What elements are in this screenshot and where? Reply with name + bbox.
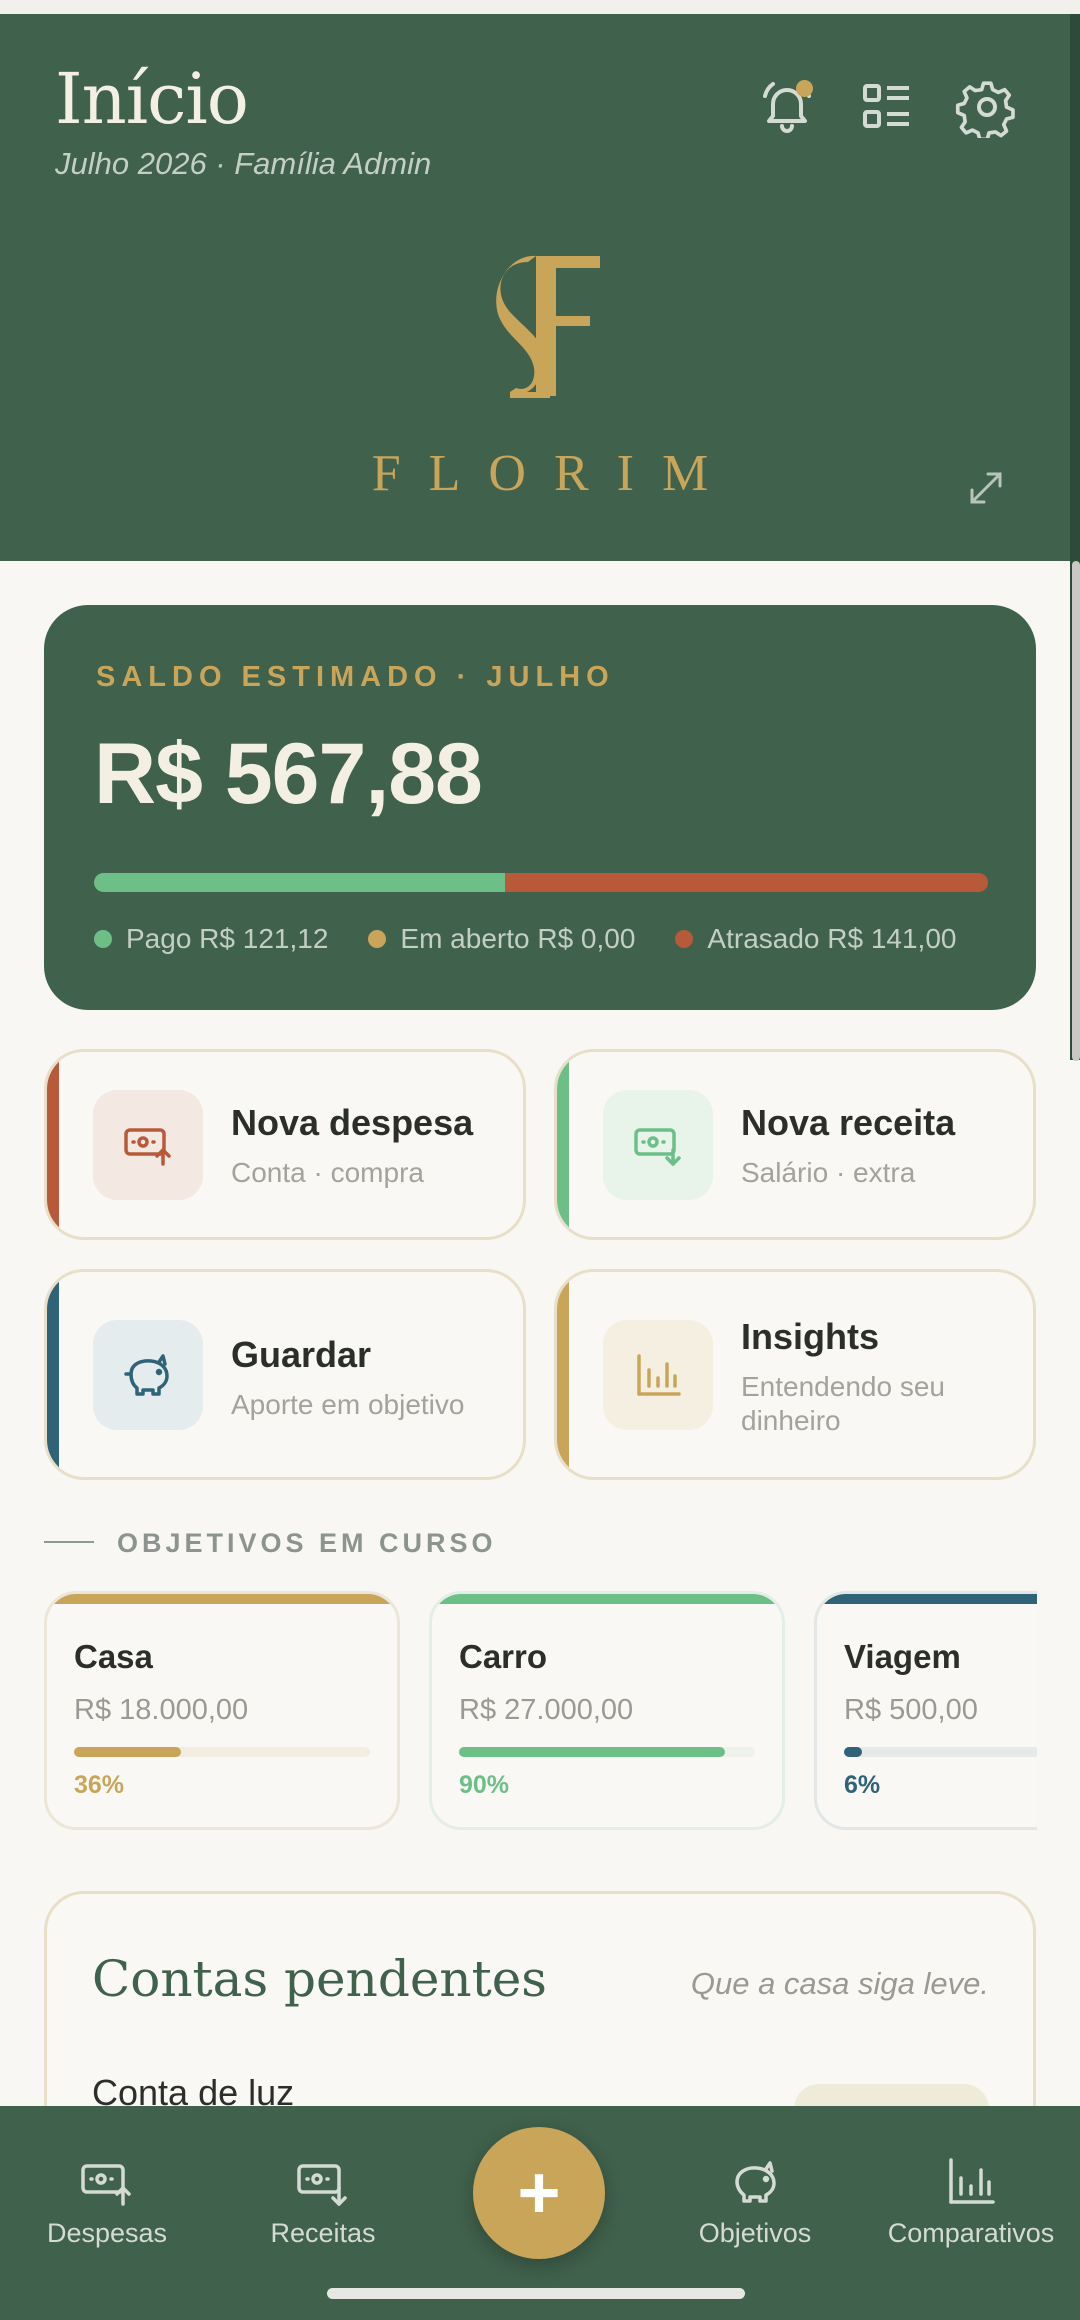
section-title: OBJETIVOS EM CURSO	[117, 1528, 497, 1558]
goal-value: R$ 500,00	[844, 1694, 978, 1726]
late-segment	[505, 873, 988, 892]
legend-dot	[675, 930, 694, 948]
goal-card-casa[interactable]: Casa R$ 18.000,00 36%	[44, 1591, 400, 1830]
goal-percent: 36%	[74, 1771, 125, 1799]
action-subtitle: Salário · extra	[741, 1157, 916, 1188]
legend-late: Atrasado R$ 141,00	[675, 923, 956, 955]
nav-comparativos[interactable]: Comparativos	[871, 2154, 1071, 2249]
balance-progress-bar	[94, 873, 988, 892]
goal-card-viagem[interactable]: Viagem R$ 500,00 6%	[814, 1591, 1037, 1830]
goal-progress-fill	[459, 1747, 726, 1757]
page-title: Início	[55, 58, 249, 140]
bar-chart-icon	[949, 2158, 995, 2204]
money-out-icon	[93, 1090, 203, 1200]
legend-open: Em aberto R$ 0,00	[368, 923, 635, 955]
action-subtitle: Conta · compra	[231, 1157, 424, 1188]
florim-logo	[470, 242, 620, 412]
brand-name: FLORIM	[371, 445, 737, 502]
bell-icon[interactable]	[755, 74, 819, 138]
balance-card: SALDO ESTIMADO · JULHO R$ 567,88 Pago R$…	[44, 605, 1036, 1010]
nav-label: Objetivos	[698, 2218, 812, 2248]
section-divider	[44, 1541, 94, 1543]
goal-accent	[47, 1594, 397, 1604]
goal-name: Carro	[459, 1638, 548, 1675]
goal-progress-fill	[844, 1747, 862, 1757]
paid-segment	[94, 873, 506, 892]
nav-label: Comparativos	[887, 2218, 1055, 2248]
page-subtitle: Julho 2026 · Família Admin	[55, 146, 432, 181]
new-income-button[interactable]: Nova receita Salário · extra	[554, 1049, 1036, 1240]
goal-value: R$ 27.000,00	[459, 1694, 634, 1726]
home-indicator[interactable]	[327, 2288, 745, 2299]
gear-icon[interactable]	[955, 74, 1019, 142]
goal-progress-fill	[74, 1747, 181, 1757]
money-in-icon	[297, 2164, 347, 2206]
nav-label: Receitas	[270, 2218, 376, 2248]
plus-icon: +	[517, 2151, 561, 2234]
goal-percent: 90%	[459, 1771, 510, 1799]
action-subtitle: Aporte em objetivo	[231, 1389, 465, 1420]
nav-objetivos[interactable]: Objetivos	[655, 2154, 855, 2249]
accent-bar	[47, 1052, 59, 1237]
goal-value: R$ 18.000,00	[74, 1694, 249, 1726]
nav-label: Despesas	[46, 2218, 168, 2248]
legend-dot	[368, 930, 387, 948]
action-title: Guardar	[231, 1334, 372, 1375]
balance-label: SALDO ESTIMADO · JULHO	[96, 661, 615, 693]
goal-percent: 6%	[844, 1771, 881, 1799]
accent-bar	[557, 1272, 569, 1477]
status-bar	[0, 0, 1080, 14]
accent-bar	[557, 1052, 569, 1237]
balance-value: R$ 567,88	[94, 726, 483, 822]
goal-progress-track	[844, 1747, 1037, 1757]
piggy-bank-icon	[93, 1320, 203, 1430]
goal-name: Viagem	[844, 1638, 961, 1675]
goal-progress-track	[74, 1747, 370, 1757]
list-icon[interactable]	[855, 74, 919, 138]
accent-bar	[47, 1272, 59, 1477]
money-out-icon	[81, 2164, 131, 2206]
piggy-bank-icon	[735, 2161, 776, 2203]
money-in-icon	[603, 1090, 713, 1200]
bills-title: Contas pendentes	[92, 1950, 547, 2008]
notification-dot	[796, 80, 813, 97]
legend-label: Atrasado R$ 141,00	[707, 923, 957, 954]
legend-label: Em aberto R$ 0,00	[400, 923, 636, 954]
goal-name: Casa	[74, 1638, 153, 1675]
header: Início Julho 2026 · Família Admin FLORIM	[0, 14, 1080, 561]
goal-accent	[432, 1594, 782, 1604]
legend-label: Pago R$ 121,12	[126, 923, 329, 954]
goals-carousel[interactable]: Casa R$ 18.000,00 36% Carro R$ 27.000,00…	[0, 1580, 1037, 1840]
action-title: Insights	[741, 1316, 880, 1357]
new-expense-button[interactable]: Nova despesa Conta · compra	[44, 1049, 526, 1240]
scrollbar-thumb[interactable]	[1072, 561, 1080, 1061]
action-title: Nova receita	[741, 1102, 956, 1143]
goal-accent	[817, 1594, 1037, 1604]
legend-dot	[94, 930, 112, 948]
bottom-nav: Despesas Receitas + Objetivos Comparativ…	[0, 2106, 1080, 2320]
goal-progress-track	[459, 1747, 755, 1757]
nav-despesas[interactable]: Despesas	[7, 2154, 207, 2249]
action-title: Nova despesa	[231, 1102, 474, 1143]
bar-chart-icon	[603, 1320, 713, 1430]
expand-icon[interactable]	[962, 464, 1010, 512]
nav-receitas[interactable]: Receitas	[223, 2154, 423, 2249]
save-goal-button[interactable]: Guardar Aporte em objetivo	[44, 1269, 526, 1480]
insights-button[interactable]: Insights Entendendo seu dinheiro	[554, 1269, 1036, 1480]
action-subtitle: Entendendo seu dinheiro	[741, 1371, 945, 1436]
bills-note: Que a casa siga leve.	[690, 1966, 989, 2001]
legend-paid: Pago R$ 121,12	[94, 923, 328, 955]
balance-legend: Pago R$ 121,12 Em aberto R$ 0,00 Atrasad…	[94, 923, 956, 955]
add-button[interactable]: +	[473, 2127, 605, 2259]
goal-card-carro[interactable]: Carro R$ 27.000,00 90%	[429, 1591, 785, 1830]
